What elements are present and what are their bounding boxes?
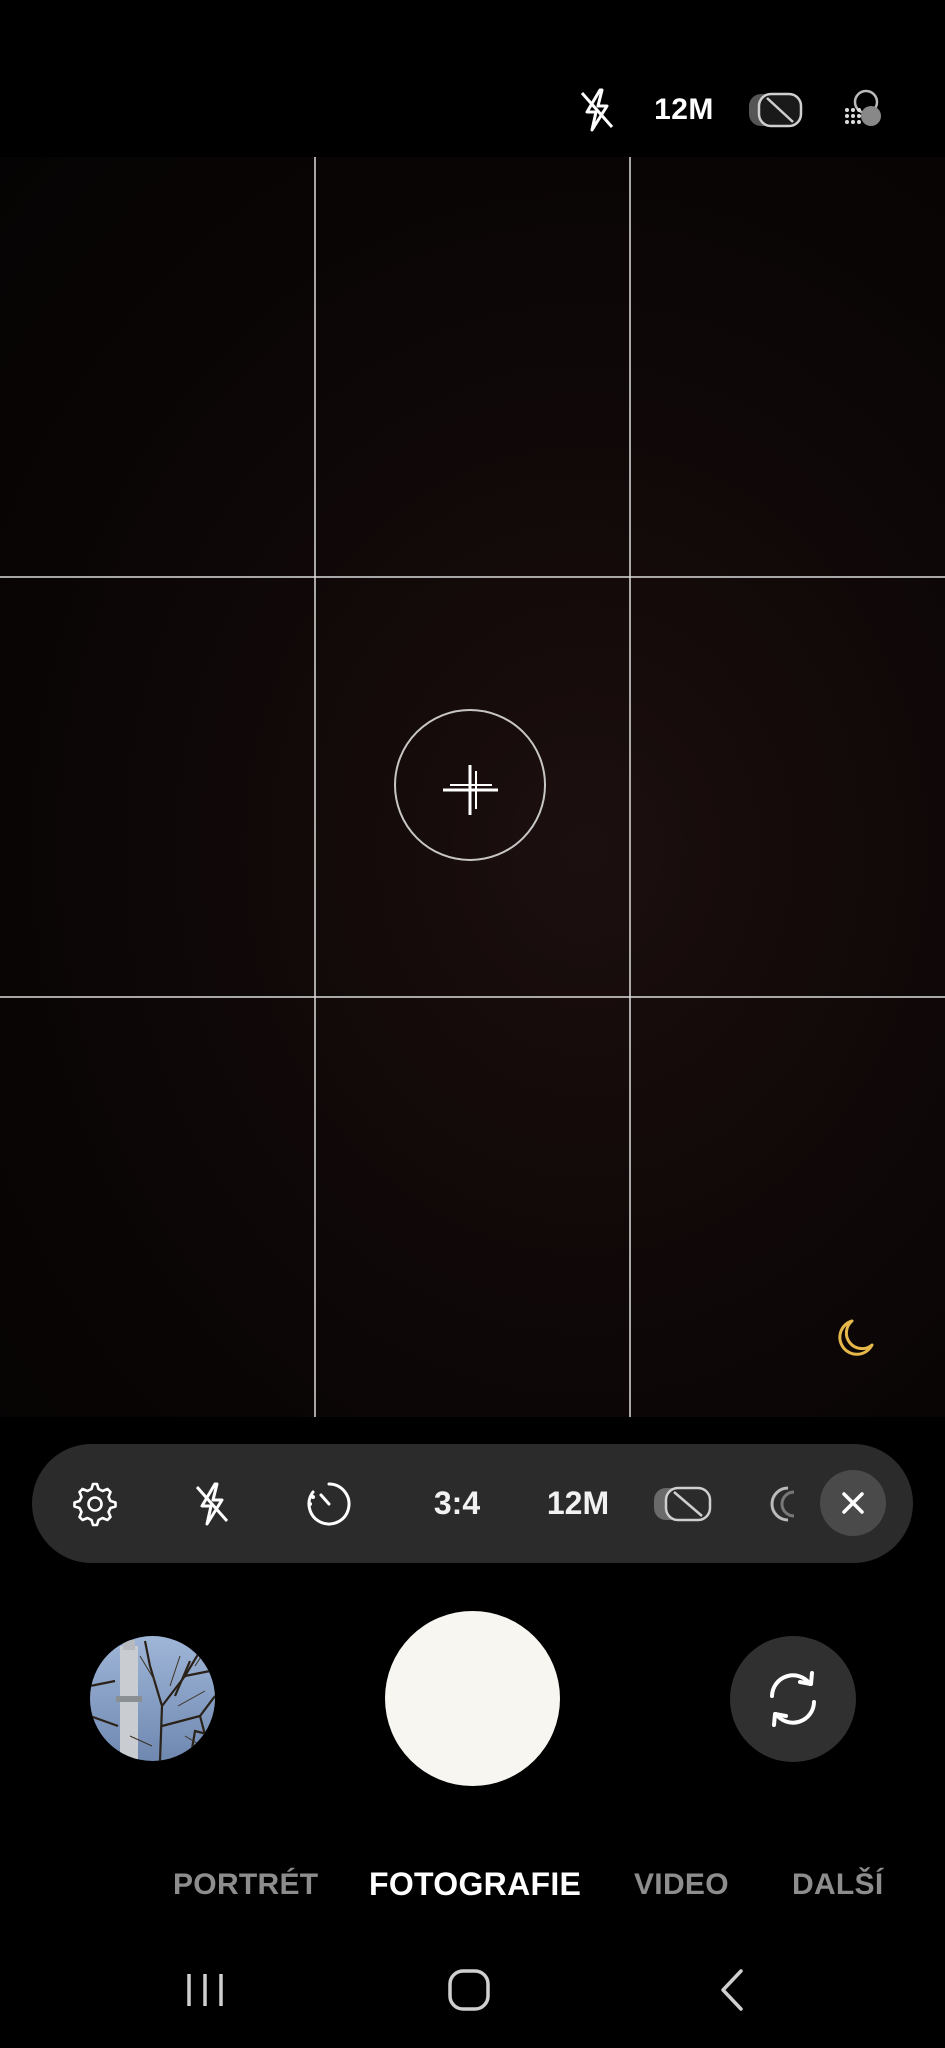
night-mode-moon-icon[interactable]	[832, 1315, 878, 1361]
grid-line	[0, 996, 945, 998]
gear-icon[interactable]	[62, 1444, 128, 1563]
close-quick-settings-button[interactable]	[820, 1470, 886, 1536]
flash-off-icon[interactable]	[182, 1444, 242, 1563]
close-icon	[842, 1492, 864, 1514]
grid-line	[314, 157, 316, 1417]
gallery-thumbnail[interactable]	[90, 1636, 215, 1761]
recents-icon[interactable]	[170, 1962, 240, 2018]
mode-more[interactable]: DALŠÍ	[792, 1868, 884, 1902]
grid-line	[0, 576, 945, 578]
aspect-ratio-button[interactable]: 3:4	[412, 1444, 502, 1563]
timer-icon[interactable]	[298, 1444, 360, 1563]
motion-photo-off-icon[interactable]	[746, 82, 804, 138]
quick-settings-bar: 3:4 12M	[32, 1444, 913, 1563]
switch-camera-icon	[770, 1671, 816, 1727]
grid-line	[629, 157, 631, 1417]
resolution-button[interactable]: 12M	[528, 1444, 628, 1563]
flash-off-icon[interactable]	[572, 82, 622, 138]
back-icon[interactable]	[702, 1962, 762, 2018]
mode-portrait[interactable]: PORTRÉT	[173, 1868, 318, 1902]
filters-icon[interactable]	[836, 82, 888, 138]
mode-video[interactable]: VIDEO	[634, 1868, 729, 1902]
more-settings-partial-icon[interactable]	[766, 1444, 796, 1563]
focus-plus-icon	[443, 765, 498, 815]
focus-indicator	[394, 709, 546, 861]
resolution-button[interactable]: 12M	[648, 82, 720, 138]
camera-viewfinder[interactable]	[0, 157, 945, 1417]
shutter-button[interactable]	[385, 1611, 560, 1786]
switch-camera-button[interactable]	[730, 1636, 856, 1762]
mode-photo[interactable]: FOTOGRAFIE	[369, 1866, 581, 1903]
motion-photo-off-icon[interactable]	[650, 1444, 716, 1563]
home-icon[interactable]	[433, 1962, 505, 2018]
